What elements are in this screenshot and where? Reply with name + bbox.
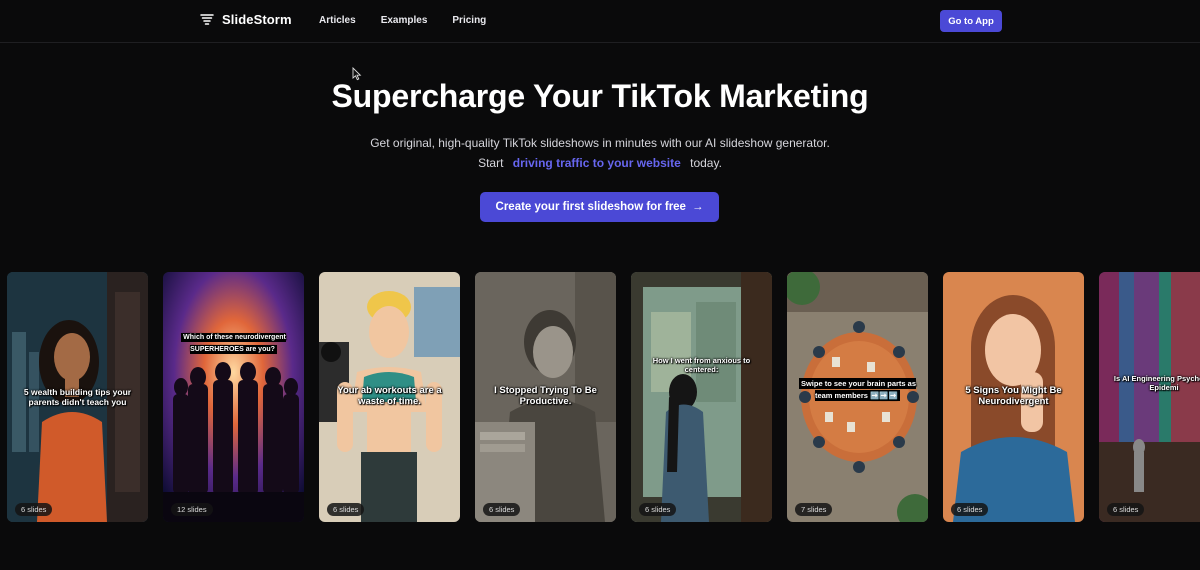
card-image-glitch-figure (1099, 272, 1200, 522)
card-caption-text: Swipe to see your brain parts as team me… (798, 378, 917, 401)
slideshow-card-ab-workouts[interactable]: Your ab workouts are a waste of time. 6 … (319, 272, 460, 522)
tagline-start: Start (478, 156, 504, 170)
slideshow-card-brain-parts[interactable]: Swipe to see your brain parts as team me… (787, 272, 928, 522)
go-to-app-button[interactable]: Go to App (940, 10, 1002, 32)
card-caption: Swipe to see your brain parts as team me… (793, 378, 922, 402)
nav-link-articles[interactable]: Articles (319, 15, 356, 26)
card-image-rainy-window (631, 272, 772, 522)
brand-name: SlideStorm (222, 12, 292, 27)
slide-count-badge: 7 slides (795, 503, 833, 516)
slide-count-badge: 6 slides (15, 503, 53, 516)
card-caption: 5 Signs You Might Be Neurodivergent (965, 385, 1062, 407)
slide-count-badge: 6 slides (483, 503, 521, 516)
card-caption: Is AI Engineering Psychosis Epidemi (1113, 374, 1200, 392)
tagline-end: today. (690, 156, 722, 170)
slide-count-badge: 6 slides (639, 503, 677, 516)
slideshow-card-ai-engineering[interactable]: Is AI Engineering Psychosis Epidemi 6 sl… (1099, 272, 1200, 522)
slideshow-card-productive[interactable]: I Stopped Trying To Be Productive. 6 sli… (475, 272, 616, 522)
slideshow-card-neurodivergent[interactable]: 5 Signs You Might Be Neurodivergent 6 sl… (943, 272, 1084, 522)
card-caption: I Stopped Trying To Be Productive. (494, 385, 597, 407)
hero-tagline: Start driving traffic to your website to… (0, 156, 1200, 170)
slideshow-card-anxious[interactable]: How I went from anxious to centered: 6 s… (631, 272, 772, 522)
tagline-highlight: driving traffic to your website (512, 156, 681, 170)
create-slideshow-label: Create your first slideshow for free (495, 201, 686, 213)
nav-link-pricing[interactable]: Pricing (452, 15, 486, 26)
slide-count-badge: 12 slides (171, 503, 213, 516)
card-caption: 5 wealth building tips your parents didn… (23, 387, 132, 407)
nav-link-examples[interactable]: Examples (381, 15, 428, 26)
hero-subtitle: Get original, high-quality TikTok slides… (370, 136, 830, 150)
card-image-superheroes (163, 272, 304, 522)
card-caption-text: Which of these neurodivergent SUPERHEROE… (181, 333, 286, 354)
create-slideshow-button[interactable]: Create your first slideshow for free → (480, 192, 719, 222)
brand-logo[interactable]: SlideStorm (200, 12, 292, 27)
slideshow-card-superheroes[interactable]: Which of these neurodivergent SUPERHEROE… (163, 272, 304, 522)
card-caption: How I went from anxious to centered: (652, 356, 751, 374)
hero-title: Supercharge Your TikTok Marketing (331, 78, 869, 114)
top-nav: SlideStorm Articles Examples Pricing Go … (0, 0, 1200, 43)
tornado-icon (200, 13, 214, 25)
card-caption: Which of these neurodivergent SUPERHEROE… (169, 332, 298, 356)
slide-count-badge: 6 slides (327, 503, 365, 516)
arrow-right-icon: → (691, 201, 704, 213)
slideshow-card-wealth[interactable]: 5 wealth building tips your parents didn… (7, 272, 148, 522)
card-caption: Your ab workouts are a waste of time. (337, 385, 442, 407)
slide-count-badge: 6 slides (1107, 503, 1145, 516)
nav-links: Articles Examples Pricing (319, 15, 486, 26)
slide-count-badge: 6 slides (951, 503, 989, 516)
